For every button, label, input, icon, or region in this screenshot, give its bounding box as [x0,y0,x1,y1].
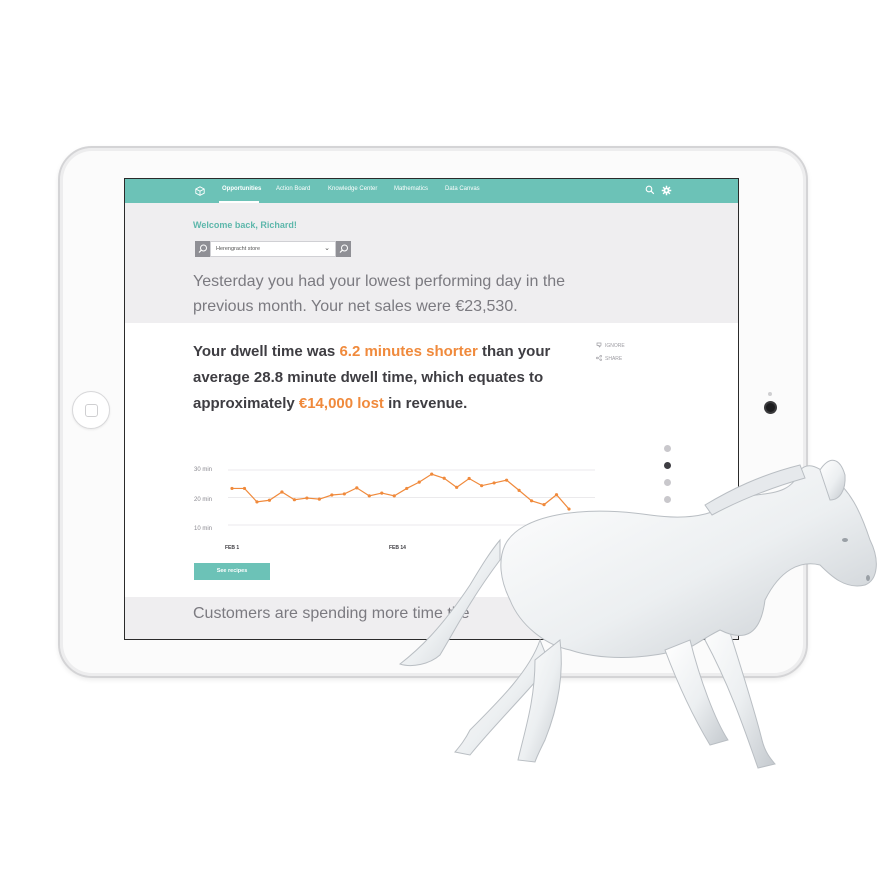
donkey-figurine [398,460,877,769]
